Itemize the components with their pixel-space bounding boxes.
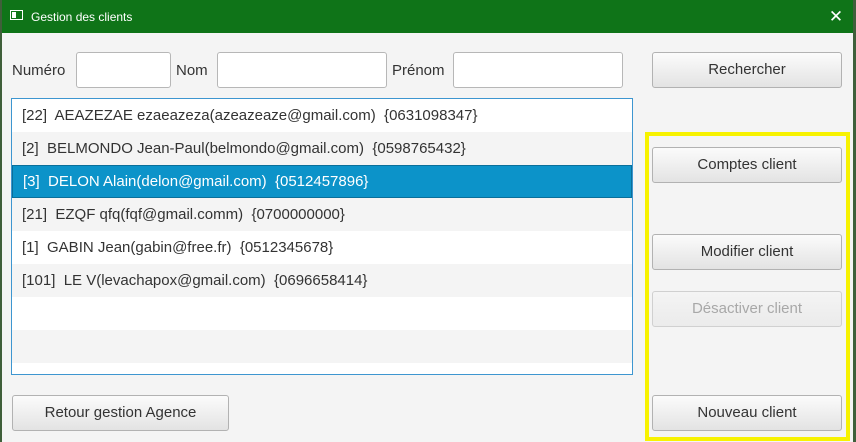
prenom-label: Prénom	[392, 62, 445, 79]
nom-field[interactable]	[217, 52, 387, 88]
empty-list-row	[12, 330, 632, 363]
nom-label: Nom	[176, 62, 208, 79]
modifier-client-button[interactable]: Modifier client	[652, 234, 842, 270]
list-item[interactable]: [3] DELON Alain(delon@gmail.com) {051245…	[12, 165, 632, 198]
retour-gestion-agence-button[interactable]: Retour gestion Agence	[12, 395, 229, 431]
empty-list-row	[12, 297, 632, 330]
title-bar[interactable]: Gestion des clients ✕	[2, 0, 853, 33]
desactiver-client-button[interactable]: Désactiver client	[652, 291, 842, 327]
client-list[interactable]: [22] AEAZEZAE ezaeazeza(azeazeaze@gmail.…	[11, 98, 633, 375]
close-icon[interactable]: ✕	[819, 0, 853, 33]
list-item[interactable]: [22] AEAZEZAE ezaeazeza(azeazeaze@gmail.…	[12, 99, 632, 132]
nouveau-client-button[interactable]: Nouveau client	[652, 395, 842, 431]
prenom-field[interactable]	[453, 52, 623, 88]
window-title: Gestion des clients	[31, 10, 133, 24]
search-button[interactable]: Rechercher	[652, 52, 842, 88]
numero-field[interactable]	[76, 52, 171, 88]
client-management-window: Gestion des clients ✕ Numéro Nom Prénom …	[2, 0, 853, 442]
comptes-client-button[interactable]: Comptes client	[652, 147, 842, 183]
list-item[interactable]: [101] LE V(levachapox@gmail.com) {069665…	[12, 264, 632, 297]
list-item[interactable]: [1] GABIN Jean(gabin@free.fr) {051234567…	[12, 231, 632, 264]
app-window-icon	[10, 10, 23, 20]
list-item[interactable]: [21] EZQF qfq(fqf@gmail.comm) {070000000…	[12, 198, 632, 231]
numero-label: Numéro	[12, 62, 66, 79]
list-item[interactable]: [2] BELMONDO Jean-Paul(belmondo@gmail.co…	[12, 132, 632, 165]
